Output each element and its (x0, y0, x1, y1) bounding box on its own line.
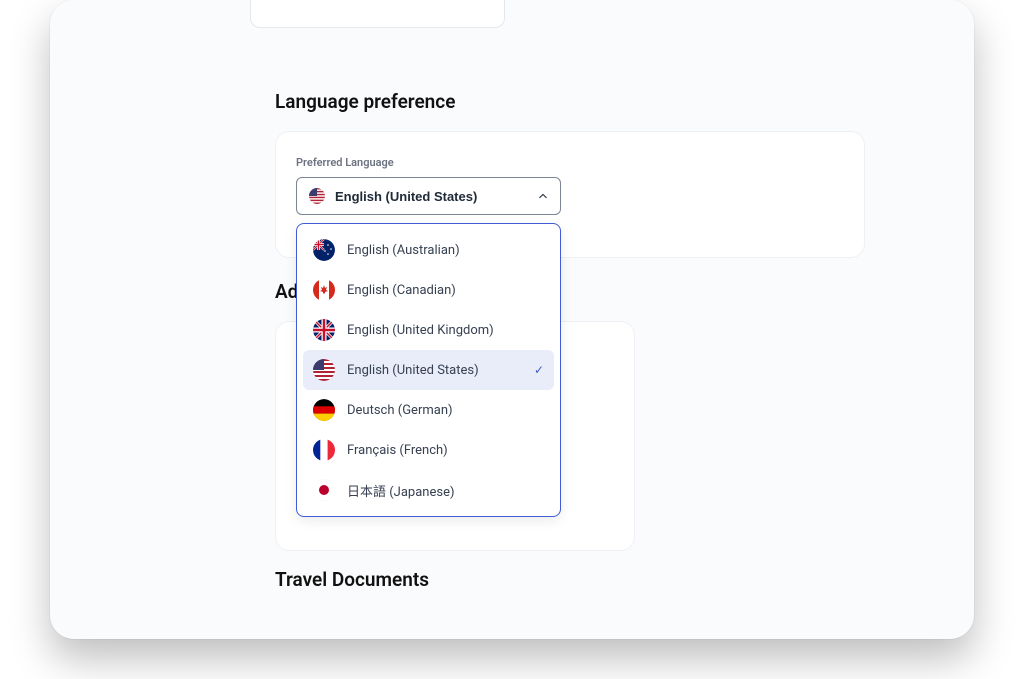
language-card: Preferred Language En (275, 131, 865, 258)
option-label: Deutsch (German) (347, 403, 544, 418)
option-label: English (Australian) (347, 243, 544, 258)
language-option-us[interactable]: English (United States) ✓ (303, 350, 554, 390)
travel-documents-section: Travel Documents (275, 568, 865, 609)
de-flag-icon (313, 399, 335, 421)
option-label: English (United Kingdom) (347, 323, 544, 338)
preferred-language-label: Preferred Language (296, 156, 844, 169)
option-label: 日本語 (Japanese) (347, 481, 544, 500)
language-option-au[interactable]: English (Australian) (303, 230, 554, 270)
language-select-button[interactable]: English (United States) (296, 177, 561, 215)
language-select: English (United States) (296, 177, 561, 215)
language-preference-heading: Language preference (275, 90, 865, 113)
us-flag-icon (309, 188, 325, 204)
language-option-jp[interactable]: 日本語 (Japanese) (303, 470, 554, 510)
language-option-ca[interactable]: English (Canadian) (303, 270, 554, 310)
language-option-fr[interactable]: Français (French) (303, 430, 554, 470)
ca-flag-icon (313, 279, 335, 301)
fr-flag-icon (313, 439, 335, 461)
au-flag-icon (313, 239, 335, 261)
truncated-card-top (250, 0, 505, 28)
us-flag-icon (313, 359, 335, 381)
chevron-up-icon (538, 191, 548, 201)
jp-flag-icon (313, 479, 335, 501)
language-dropdown: English (Australian) English (Canadian) (296, 223, 561, 517)
language-preference-section: Language preference Preferred Language (275, 90, 865, 258)
option-label: English (United States) (347, 363, 522, 378)
gb-flag-icon (313, 319, 335, 341)
check-icon: ✓ (534, 363, 544, 377)
language-option-gb[interactable]: English (United Kingdom) (303, 310, 554, 350)
option-label: English (Canadian) (347, 283, 544, 298)
travel-documents-heading: Travel Documents (275, 568, 865, 591)
language-select-value: English (United States) (335, 189, 528, 204)
main-panel: Language preference Preferred Language (50, 0, 974, 639)
option-label: Français (French) (347, 443, 544, 458)
language-option-de[interactable]: Deutsch (German) (303, 390, 554, 430)
